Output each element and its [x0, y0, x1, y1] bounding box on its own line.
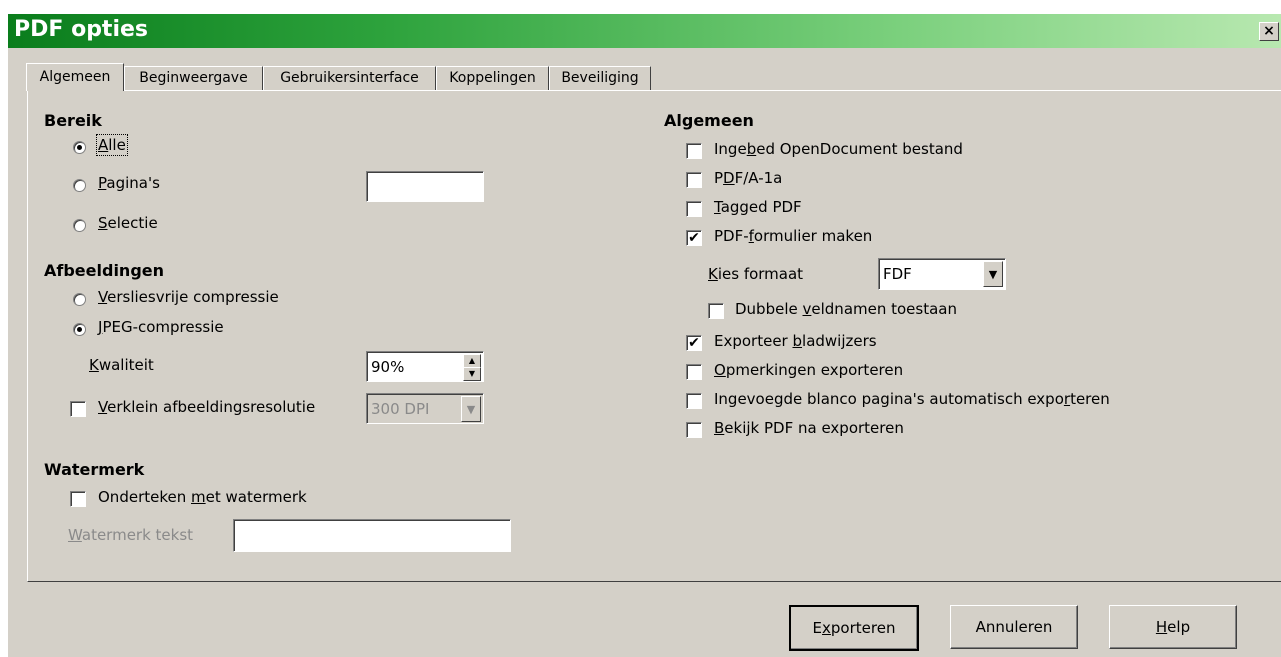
bookmarks-checkbox[interactable]: ✔: [686, 335, 702, 351]
view-pdf-checkbox[interactable]: [686, 422, 702, 438]
checkmark-icon: ✔: [688, 230, 700, 246]
tagged-pdf-checkbox[interactable]: [686, 201, 702, 217]
cancel-button[interactable]: Annuleren: [950, 605, 1078, 649]
spin-down-button[interactable]: ▼: [463, 367, 481, 381]
window-title: PDF opties: [14, 17, 149, 42]
close-icon: ×: [1263, 23, 1275, 39]
tab-koppelingen[interactable]: Koppelingen: [436, 66, 549, 90]
pdf-options-dialog: PDF opties × Algemeen Beginweergave Gebr…: [8, 14, 1281, 657]
range-heading: Bereik: [44, 111, 102, 130]
blank-pages-label[interactable]: Ingevoegde blanco pagina's automatisch e…: [714, 390, 1110, 408]
watermark-heading: Watermerk: [44, 460, 145, 479]
radio-jpeg[interactable]: [73, 323, 86, 336]
watermark-text-input[interactable]: [233, 519, 511, 552]
resolution-value: 300 DPI: [371, 400, 430, 418]
blank-pages-checkbox[interactable]: [686, 393, 702, 409]
pdfa-label[interactable]: PDF/A-1a: [714, 169, 782, 187]
close-button[interactable]: ×: [1259, 22, 1279, 41]
format-dropdown[interactable]: FDF ▼: [878, 258, 1006, 290]
radio-jpeg-label[interactable]: JPEG-compressie: [98, 318, 224, 336]
tab-label: Beveiliging: [561, 70, 639, 86]
export-button[interactable]: Exporteren: [789, 605, 919, 651]
radio-lossless[interactable]: [73, 293, 86, 306]
tab-label: Beginweergave: [139, 70, 248, 86]
format-value: FDF: [883, 265, 912, 283]
arrow-up-icon: ▲: [468, 356, 476, 365]
tab-label: Koppelingen: [449, 70, 536, 86]
help-button[interactable]: Help: [1109, 605, 1237, 649]
radio-lossless-label[interactable]: Versliesvrije compressie: [98, 288, 279, 306]
watermark-checkbox-label[interactable]: Onderteken met watermerk: [98, 488, 307, 506]
duplicate-fields-checkbox[interactable]: [708, 303, 724, 319]
bookmarks-label[interactable]: Exporteer bladwijzers: [714, 332, 877, 350]
reduce-resolution-label[interactable]: Verklein afbeeldingsresolutie: [98, 398, 315, 416]
tab-beveiliging[interactable]: Beveiliging: [549, 66, 651, 90]
view-pdf-label[interactable]: Bekijk PDF na exporteren: [714, 419, 904, 437]
radio-pages[interactable]: [73, 179, 86, 192]
tab-panel-algemeen: Bereik Alle Pagina's Selectie Afbeelding…: [27, 90, 1281, 582]
format-label: Kies formaat: [708, 265, 804, 283]
tab-label: Algemeen: [39, 69, 111, 85]
pdfa-checkbox[interactable]: [686, 172, 702, 188]
form-checkbox[interactable]: ✔: [686, 230, 702, 246]
dropdown-arrow-icon: ▼: [983, 261, 1003, 287]
form-label[interactable]: PDF-formulier maken: [714, 227, 872, 245]
pages-input[interactable]: [366, 171, 484, 202]
general-heading: Algemeen: [664, 111, 754, 130]
quality-value: 90%: [371, 358, 405, 376]
watermark-text-label: Watermerk tekst: [68, 526, 194, 544]
radio-all[interactable]: [73, 141, 86, 154]
watermark-checkbox[interactable]: [70, 491, 86, 507]
images-heading: Afbeeldingen: [44, 261, 165, 280]
checkmark-icon: ✔: [688, 335, 700, 351]
tab-beginweergave[interactable]: Beginweergave: [124, 66, 263, 90]
embed-checkbox[interactable]: [686, 143, 702, 159]
radio-all-label[interactable]: Alle: [96, 134, 128, 156]
tab-algemeen[interactable]: Algemeen: [26, 63, 124, 91]
title-bar: PDF opties ×: [8, 14, 1281, 48]
tab-label: Gebruikersinterface: [280, 70, 419, 86]
embed-label[interactable]: Ingebed OpenDocument bestand: [714, 140, 963, 158]
tagged-pdf-label[interactable]: Tagged PDF: [714, 198, 802, 216]
radio-selection-label[interactable]: Selectie: [98, 214, 158, 232]
radio-pages-label[interactable]: Pagina's: [98, 174, 160, 192]
resolution-dropdown[interactable]: 300 DPI ▼: [366, 393, 484, 424]
duplicate-fields-label[interactable]: Dubbele veldnamen toestaan: [735, 300, 957, 318]
quality-spinbox[interactable]: 90% ▲ ▼: [366, 351, 484, 382]
dropdown-arrow-icon: ▼: [461, 396, 481, 422]
arrow-down-icon: ▼: [468, 369, 476, 378]
tab-gebruikersinterface[interactable]: Gebruikersinterface: [263, 66, 436, 90]
reduce-resolution-checkbox[interactable]: [70, 401, 86, 417]
notes-label[interactable]: Opmerkingen exporteren: [714, 361, 903, 379]
quality-label: Kwaliteit: [89, 356, 154, 374]
notes-checkbox[interactable]: [686, 364, 702, 380]
radio-selection[interactable]: [73, 219, 86, 232]
spin-up-button[interactable]: ▲: [463, 354, 481, 368]
